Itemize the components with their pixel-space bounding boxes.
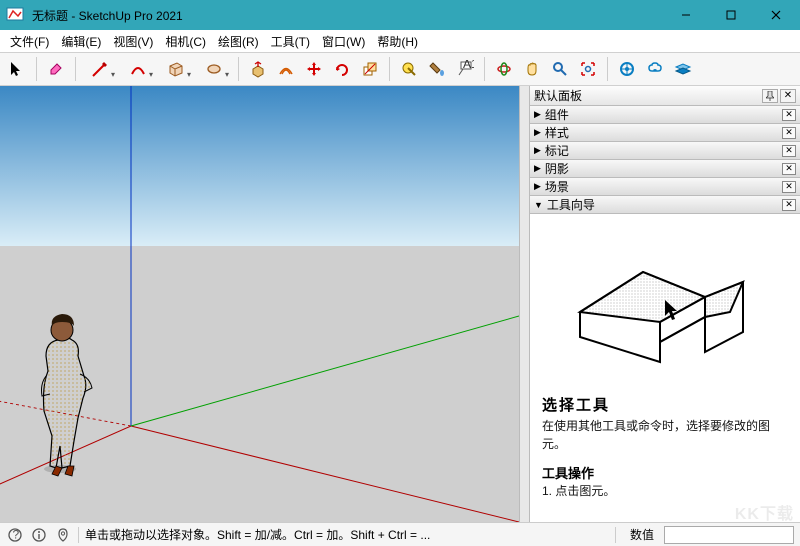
offset-tool[interactable] — [273, 56, 299, 82]
work-area: 默认面板 ✕ ▶组件✕ ▶样式✕ ▶标记✕ ▶阴影✕ ▶场景✕ ▼工具向导✕ 选… — [0, 86, 800, 522]
section-close-icon[interactable]: ✕ — [782, 145, 796, 157]
section-components[interactable]: ▶组件✕ — [530, 106, 800, 124]
title-bar: 无标题 - SketchUp Pro 2021 — [0, 0, 800, 30]
measurement-input[interactable] — [664, 526, 794, 544]
window-title: 无标题 - SketchUp Pro 2021 — [30, 7, 663, 24]
svg-text:?: ? — [13, 528, 20, 542]
arc-tool[interactable] — [120, 56, 156, 82]
menu-window[interactable]: 窗口(W) — [316, 31, 371, 52]
move-tool[interactable] — [301, 56, 327, 82]
triangle-right-icon: ▶ — [534, 109, 541, 120]
paint-tool[interactable] — [424, 56, 450, 82]
tray-header[interactable]: 默认面板 ✕ — [530, 86, 800, 106]
instructor-description: 在使用其他工具或命令时，选择要修改的图元。 — [542, 417, 788, 453]
close-button[interactable] — [753, 0, 798, 30]
eraser-tool[interactable] — [43, 56, 69, 82]
section-close-icon[interactable]: ✕ — [782, 181, 796, 193]
triangle-right-icon: ▶ — [534, 127, 541, 138]
menu-draw[interactable]: 绘图(R) — [212, 31, 265, 52]
pin-icon[interactable] — [762, 89, 778, 103]
separator — [615, 527, 616, 543]
zoom-tool[interactable] — [547, 56, 573, 82]
instructor-ops-title: 工具操作 — [542, 463, 788, 482]
instructor-content: 选择工具 在使用其他工具或命令时，选择要修改的图元。 工具操作 1. 点击图元。 — [530, 214, 800, 522]
status-hint: 单击或拖动以选择对象。Shift = 加/减。Ctrl = 加。Shift + … — [85, 526, 609, 543]
triangle-right-icon: ▶ — [534, 181, 541, 192]
minimize-button[interactable] — [663, 0, 708, 30]
pushpull-tool[interactable] — [245, 56, 271, 82]
default-tray: 默认面板 ✕ ▶组件✕ ▶样式✕ ▶标记✕ ▶阴影✕ ▶场景✕ ▼工具向导✕ 选… — [529, 86, 800, 522]
app-icon — [6, 5, 26, 25]
orbit-tool[interactable] — [491, 56, 517, 82]
svg-text:A1: A1 — [463, 60, 474, 71]
extension-tool[interactable] — [642, 56, 668, 82]
tray-title: 默认面板 — [534, 87, 582, 104]
section-instructor[interactable]: ▼工具向导✕ — [530, 196, 800, 214]
text-tool[interactable]: A1 — [452, 56, 478, 82]
select-tool[interactable] — [4, 56, 30, 82]
menu-edit[interactable]: 编辑(E) — [55, 31, 107, 52]
viewport-3d[interactable] — [0, 86, 519, 522]
maximize-button[interactable] — [708, 0, 753, 30]
scale-tool[interactable] — [357, 56, 383, 82]
instructor-illustration — [565, 242, 765, 382]
line-tool[interactable] — [82, 56, 118, 82]
measurement-label: 数值 — [622, 526, 654, 543]
help-icon[interactable]: ? — [6, 526, 24, 544]
menu-tools[interactable]: 工具(T) — [265, 31, 316, 52]
zoom-extents-tool[interactable] — [575, 56, 601, 82]
instructor-heading: 选择工具 — [542, 394, 788, 415]
section-styles[interactable]: ▶样式✕ — [530, 124, 800, 142]
section-close-icon[interactable]: ✕ — [782, 163, 796, 175]
info-icon[interactable] — [30, 526, 48, 544]
panel-drag-bar[interactable] — [519, 86, 529, 522]
menu-help[interactable]: 帮助(H) — [371, 31, 424, 52]
section-tags[interactable]: ▶标记✕ — [530, 142, 800, 160]
separator — [78, 527, 79, 543]
separator — [75, 57, 76, 81]
toolbar: A1 — [0, 52, 800, 86]
warehouse-tool[interactable] — [614, 56, 640, 82]
separator — [36, 57, 37, 81]
menu-camera[interactable]: 相机(C) — [159, 31, 212, 52]
separator — [607, 57, 608, 81]
instructor-op-item: 1. 点击图元。 — [542, 482, 788, 500]
status-bar: ? 单击或拖动以选择对象。Shift = 加/减。Ctrl = 加。Shift … — [0, 522, 800, 546]
tape-tool[interactable] — [396, 56, 422, 82]
section-shadows[interactable]: ▶阴影✕ — [530, 160, 800, 178]
rotate-tool[interactable] — [329, 56, 355, 82]
triangle-right-icon: ▶ — [534, 145, 541, 156]
circle-tool[interactable] — [196, 56, 232, 82]
rectangle-tool[interactable] — [158, 56, 194, 82]
menu-view[interactable]: 视图(V) — [107, 31, 159, 52]
separator — [238, 57, 239, 81]
separator — [389, 57, 390, 81]
section-scenes[interactable]: ▶场景✕ — [530, 178, 800, 196]
pan-tool[interactable] — [519, 56, 545, 82]
tray-close-icon[interactable]: ✕ — [780, 89, 796, 103]
menu-file[interactable]: 文件(F) — [4, 31, 55, 52]
layer-tool[interactable] — [670, 56, 696, 82]
section-close-icon[interactable]: ✕ — [782, 127, 796, 139]
triangle-right-icon: ▶ — [534, 163, 541, 174]
separator — [484, 57, 485, 81]
section-close-icon[interactable]: ✕ — [782, 109, 796, 121]
triangle-down-icon: ▼ — [534, 200, 543, 210]
menu-bar: 文件(F) 编辑(E) 视图(V) 相机(C) 绘图(R) 工具(T) 窗口(W… — [0, 30, 800, 52]
geo-icon[interactable] — [54, 526, 72, 544]
section-close-icon[interactable]: ✕ — [782, 199, 796, 211]
